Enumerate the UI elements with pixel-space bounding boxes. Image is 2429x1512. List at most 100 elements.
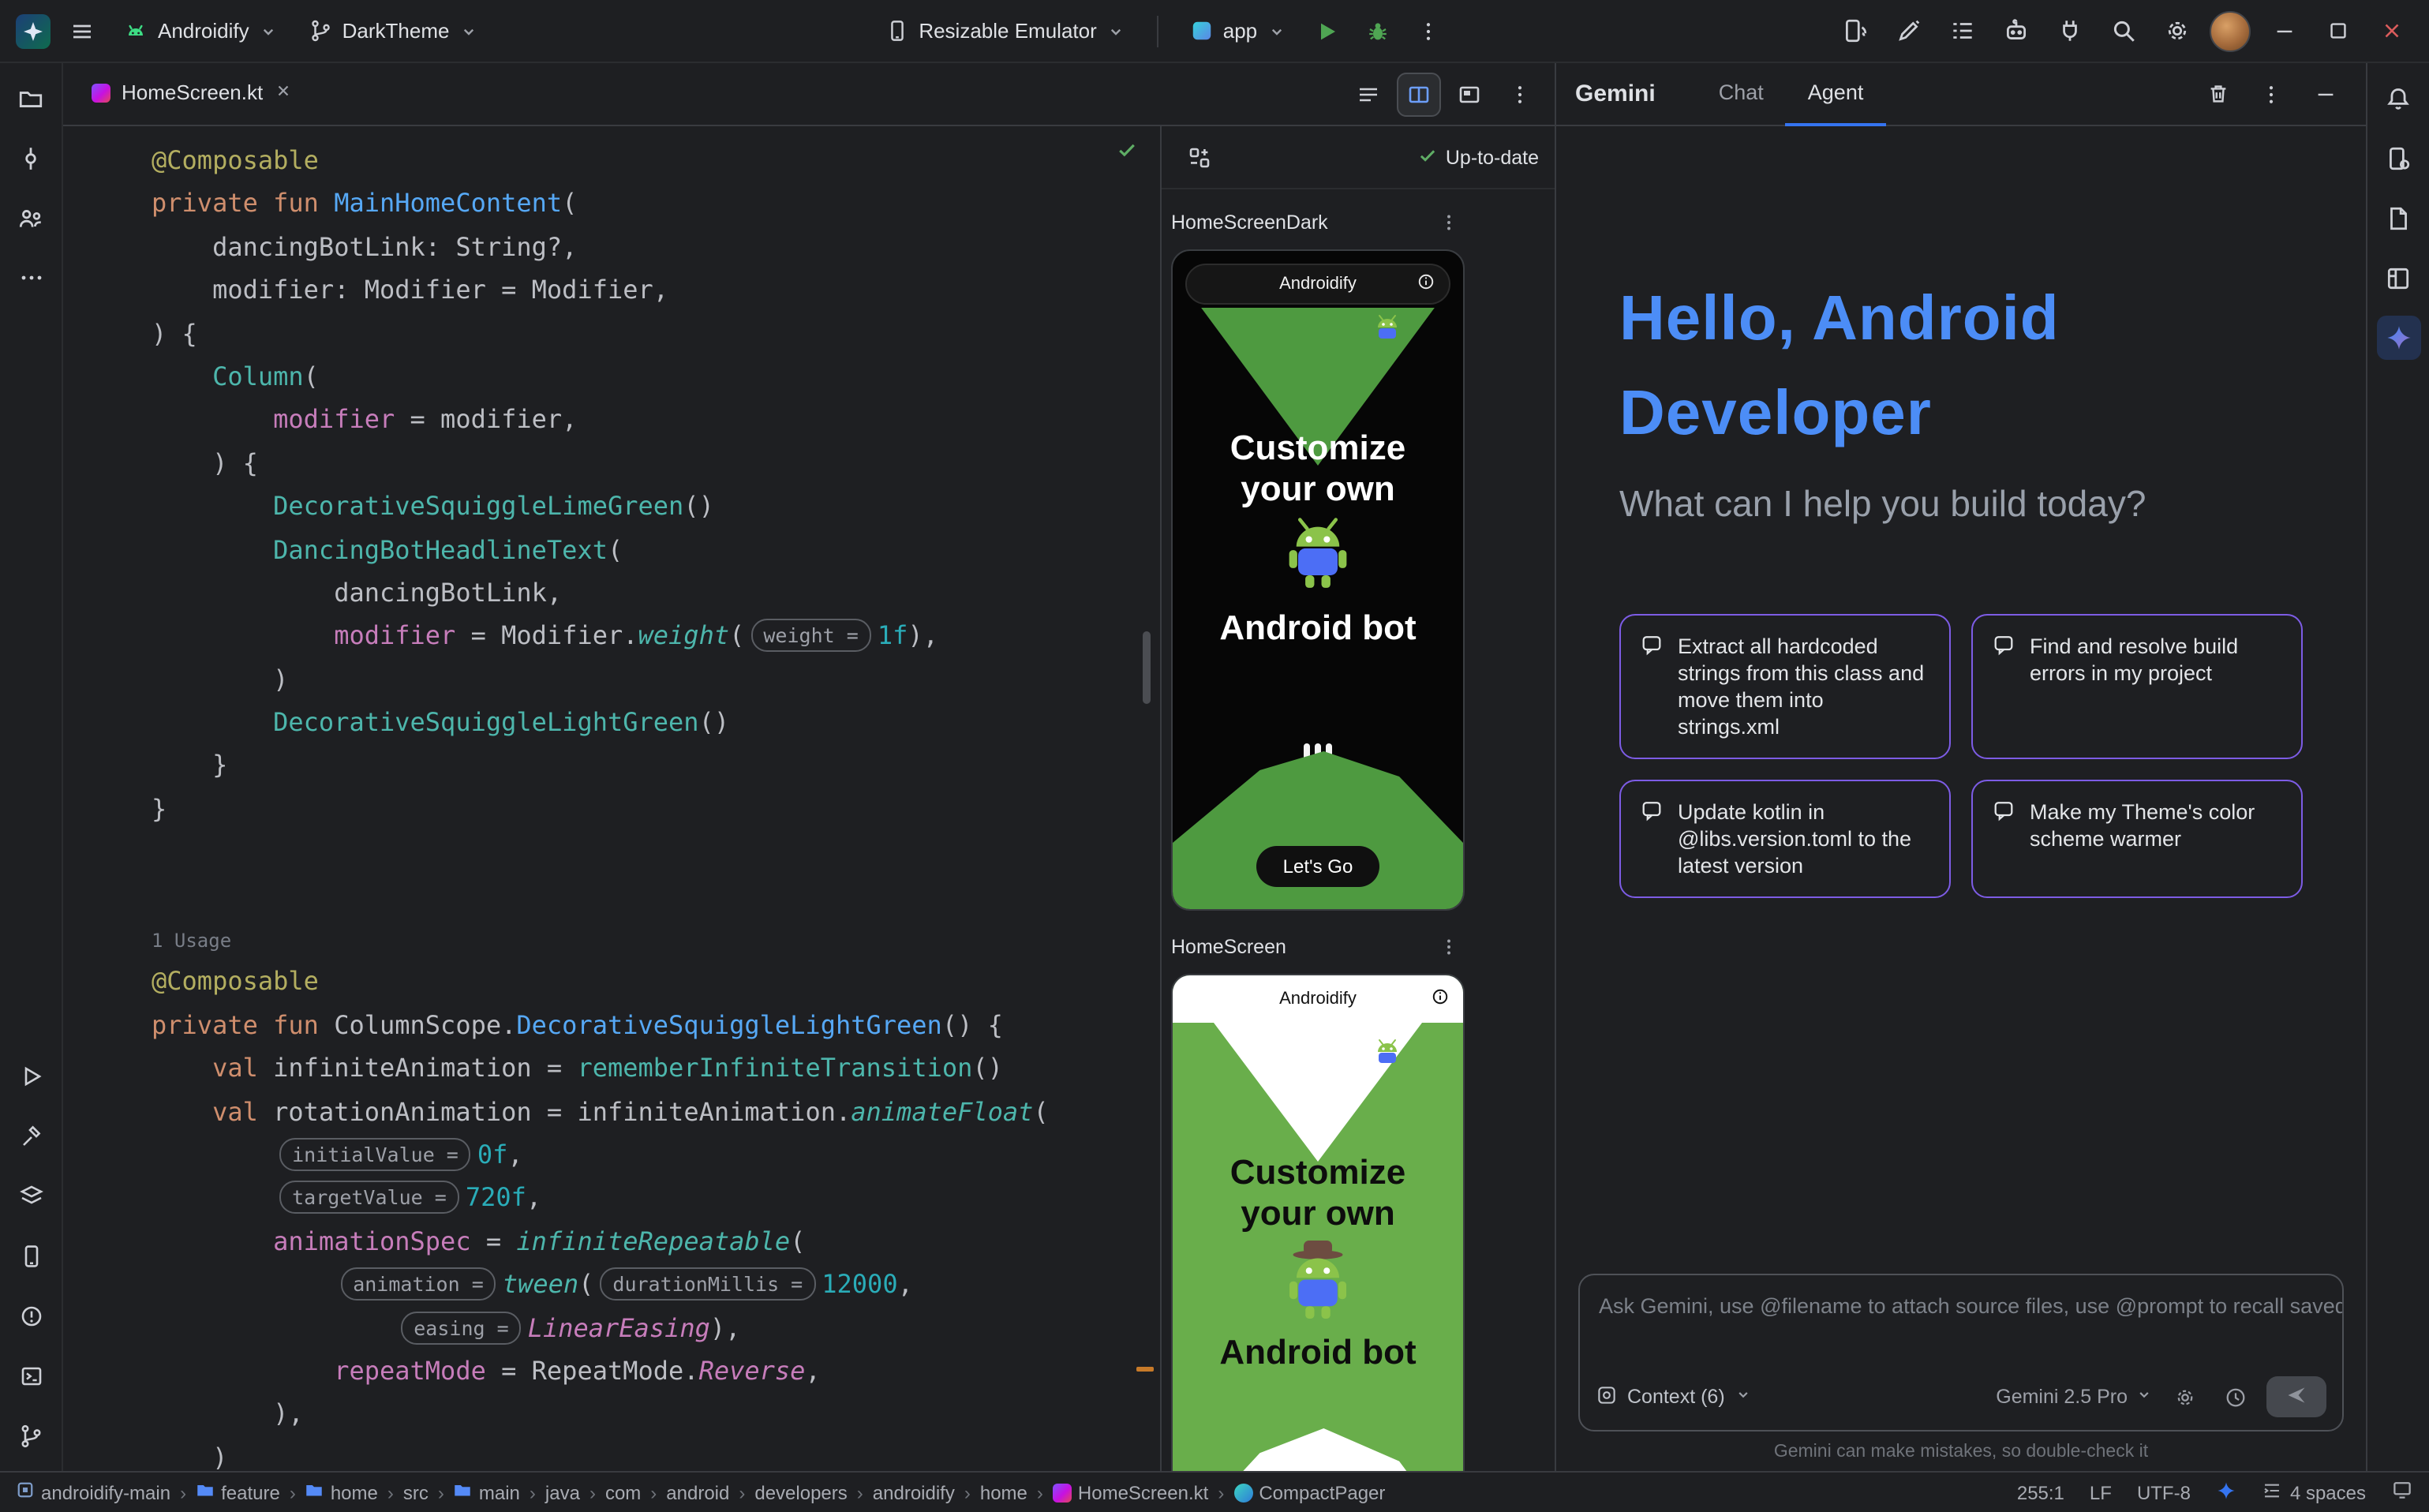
commit-tool-button[interactable]	[9, 136, 53, 180]
search-everywhere-button[interactable]	[2101, 9, 2145, 53]
build-tool-window-button[interactable]	[9, 1114, 53, 1158]
packages-tool-window-button[interactable]	[9, 1174, 53, 1218]
project-name: Androidify	[158, 19, 249, 43]
debug-button[interactable]	[1355, 9, 1399, 53]
window-close-button[interactable]	[2369, 9, 2413, 53]
gemini-options-button[interactable]	[2249, 72, 2293, 116]
main-menu-button[interactable]	[60, 9, 104, 53]
breadcrumb-item[interactable]: android	[666, 1481, 729, 1503]
history-button[interactable]	[2216, 1378, 2254, 1416]
notifications-button[interactable]	[2376, 76, 2420, 120]
plugin-button[interactable]	[2047, 9, 2091, 53]
ai-actions-button[interactable]	[1886, 9, 1930, 53]
breadcrumb-item[interactable]: androidify-main	[16, 1480, 170, 1504]
inspection-ok-icon[interactable]	[1116, 139, 1138, 166]
tab-agent[interactable]: Agent	[1786, 62, 1886, 125]
version-control-tool-button[interactable]	[9, 1414, 53, 1458]
code-editor[interactable]: @Composableprivate fun MainHomeContent( …	[63, 126, 1160, 1471]
editor-scrollbar[interactable]	[1143, 631, 1151, 704]
warning-stripe-mark[interactable]	[1136, 1367, 1154, 1372]
settings-button[interactable]	[2154, 9, 2199, 53]
breadcrumb-item[interactable]: developers	[754, 1481, 847, 1503]
tab-close-button[interactable]	[274, 80, 291, 104]
line-ending[interactable]: LF	[2090, 1481, 2112, 1503]
breadcrumb-item[interactable]: home	[305, 1480, 378, 1504]
more-tool-windows-button[interactable]	[9, 256, 53, 300]
preview-app-title: Androidify	[1279, 990, 1357, 1009]
send-button[interactable]	[2266, 1376, 2326, 1417]
design-view-button[interactable]	[1447, 72, 1491, 116]
branch-selector[interactable]: DarkTheme	[297, 13, 491, 49]
preview-headline: Customize your own	[1173, 428, 1463, 510]
file-encoding[interactable]: UTF-8	[2137, 1481, 2191, 1503]
hide-panel-button[interactable]	[2303, 72, 2347, 116]
run-config-selector[interactable]: app	[1177, 13, 1298, 49]
preview-layout-button[interactable]	[1177, 135, 1222, 179]
project-selector[interactable]: Androidify	[110, 12, 290, 50]
window-minimize-button[interactable]	[2262, 9, 2306, 53]
device-manager-button[interactable]	[2376, 136, 2420, 180]
code-line: animation =tween(durationMillis =12000,	[152, 1263, 1160, 1306]
terminal-icon	[18, 1364, 43, 1389]
preview-scroll-area[interactable]: HomeScreenDark Androidify	[1162, 189, 1555, 1471]
tab-homescreen-kt[interactable]: HomeScreen.kt	[76, 62, 307, 125]
breadcrumb-item[interactable]: CompactPager	[1233, 1481, 1385, 1503]
ai-status-button[interactable]	[2216, 1480, 2236, 1505]
model-selector[interactable]: Gemini 2.5 Pro	[1996, 1386, 2153, 1408]
breadcrumb-item[interactable]: HomeScreen.kt	[1053, 1481, 1208, 1503]
phone-gear-icon	[2385, 144, 2412, 171]
tab-chat[interactable]: Chat	[1697, 62, 1786, 125]
run-tool-window-button[interactable]	[9, 1054, 53, 1098]
editor-options-button[interactable]	[1498, 72, 1542, 116]
breadcrumb-separator: ›	[964, 1481, 971, 1503]
prompt-settings-button[interactable]	[2165, 1378, 2203, 1416]
structure-panel-button[interactable]	[2376, 256, 2420, 300]
code-view-button[interactable]	[1346, 72, 1390, 116]
indent-setting[interactable]: 4 spaces	[2262, 1480, 2366, 1505]
suggestion-card[interactable]: Find and resolve build errors in my proj…	[1971, 614, 2303, 759]
caret-position[interactable]: 255:1	[2017, 1481, 2064, 1503]
window-maximize-button[interactable]	[2315, 9, 2360, 53]
running-devices-tool-button[interactable]	[9, 1234, 53, 1278]
ai-bot-button[interactable]	[1993, 9, 2038, 53]
breadcrumb-item[interactable]: java	[545, 1481, 580, 1503]
delete-conversation-button[interactable]	[2195, 72, 2240, 116]
split-view-button[interactable]	[1397, 72, 1441, 116]
breadcrumb-item[interactable]: feature	[196, 1480, 280, 1504]
gemini-prompt-input[interactable]	[1580, 1275, 2342, 1364]
screen-share-button[interactable]	[2391, 1479, 2413, 1506]
pull-requests-tool-button[interactable]	[9, 196, 53, 240]
task-list-button[interactable]	[1940, 9, 1984, 53]
breadcrumb-item[interactable]: src	[403, 1481, 429, 1503]
resource-manager-button[interactable]	[2376, 196, 2420, 240]
run-button[interactable]	[1304, 9, 1349, 53]
more-actions-button[interactable]	[1405, 9, 1450, 53]
user-avatar[interactable]	[2208, 9, 2252, 53]
breadcrumb-label: androidify	[873, 1481, 955, 1503]
breadcrumb-item[interactable]: home	[980, 1481, 1027, 1503]
info-icon[interactable]	[1417, 273, 1435, 295]
chevron-down-icon	[1267, 21, 1286, 40]
info-icon[interactable]	[1432, 988, 1449, 1010]
preview-menu-button[interactable]	[1433, 931, 1465, 963]
problems-tool-window-button[interactable]	[9, 1294, 53, 1338]
breadcrumb-item[interactable]: com	[605, 1481, 641, 1503]
preview-phone-light[interactable]: Androidify Customize your own Android bo…	[1171, 974, 1465, 1471]
breadcrumb-item[interactable]: main	[454, 1480, 520, 1504]
gemini-tool-button[interactable]	[2376, 316, 2420, 360]
project-tool-button[interactable]	[9, 76, 53, 120]
preview-name: HomeScreen	[1171, 936, 1286, 958]
code-line: 1 Usage	[152, 917, 1160, 960]
suggestion-card[interactable]: Make my Theme's color scheme warmer	[1971, 780, 2303, 898]
terminal-tool-window-button[interactable]	[9, 1354, 53, 1398]
preview-phone-dark[interactable]: Androidify Customize your own Android bo…	[1171, 249, 1465, 911]
preview-menu-button[interactable]	[1433, 207, 1465, 238]
breadcrumb-item[interactable]: androidify	[873, 1481, 955, 1503]
device-streaming-button[interactable]	[1832, 9, 1877, 53]
breadcrumb-separator: ›	[438, 1481, 444, 1503]
lets-go-button[interactable]: Let's Go	[1256, 846, 1379, 887]
device-selector[interactable]: Resizable Emulator	[873, 13, 1137, 49]
suggestion-card[interactable]: Update kotlin in @libs.version.toml to t…	[1619, 780, 1951, 898]
suggestion-card[interactable]: Extract all hardcoded strings from this …	[1619, 614, 1951, 759]
context-selector[interactable]: Context (6)	[1596, 1383, 1752, 1410]
